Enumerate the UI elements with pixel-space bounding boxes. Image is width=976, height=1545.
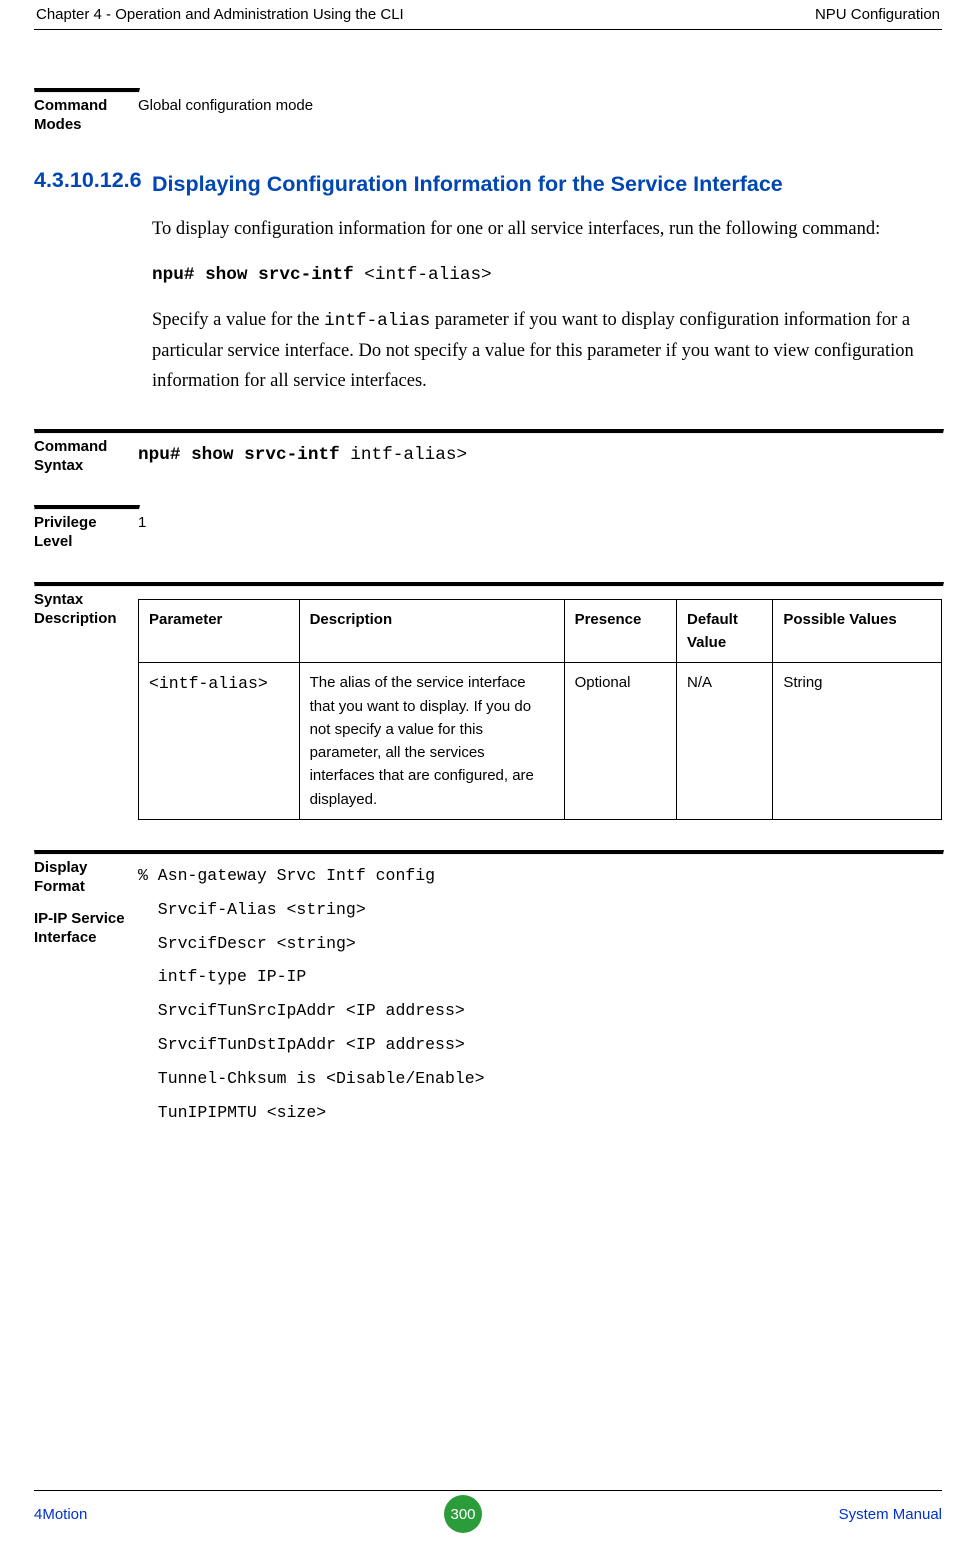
td-description: The alias of the service interface that …: [299, 663, 564, 820]
display-format-line: SrvcifTunDstIpAddr <IP address>: [138, 1028, 942, 1062]
privilege-level-section: Privilege Level 1: [34, 505, 942, 552]
command-syntax-label: Command Syntax: [34, 438, 138, 476]
display-format-sublabel: IP-IP Service Interface: [34, 910, 132, 948]
display-format-line: Tunnel-Chksum is <Disable/Enable>: [138, 1062, 942, 1096]
privilege-level-label: Privilege Level: [34, 514, 138, 552]
rule: [34, 850, 944, 855]
section-para-2: Specify a value for the intf-alias param…: [152, 305, 942, 397]
command-modes-value: Global configuration mode: [138, 97, 942, 116]
th-possible-values: Possible Values: [773, 599, 942, 663]
section-title: Displaying Configuration Information for…: [152, 167, 942, 202]
command-syntax-bold: npu# show srvc-intf: [138, 445, 350, 465]
command-syntax-rest: intf-alias>: [350, 445, 467, 465]
td-default-value: N/A: [676, 663, 772, 820]
command-syntax-section: Command Syntax npu# show srvc-intf intf-…: [34, 429, 942, 476]
display-format-line: SrvcifDescr <string>: [138, 927, 942, 961]
td-possible-values: String: [773, 663, 942, 820]
display-format-line: % Asn-gateway Srvc Intf config: [138, 859, 942, 893]
syntax-description-section: Syntax Description Parameter: [34, 582, 942, 820]
section-command-line: npu# show srvc-intf <intf-alias>: [152, 258, 942, 290]
privilege-level-value: 1: [138, 514, 942, 533]
para2-mono: intf-alias: [324, 311, 430, 331]
command-modes-section: Command Modes Global configuration mode: [34, 88, 942, 135]
rule: [34, 582, 944, 587]
display-format-section: Display Format IP-IP Service Interface %…: [34, 850, 942, 1130]
display-format-label-col: Display Format IP-IP Service Interface: [34, 859, 138, 948]
th-parameter: Parameter: [139, 599, 300, 663]
display-format-line: TunIPIPMTU <size>: [138, 1096, 942, 1130]
cmd-bold: npu# show srvc-intf: [152, 265, 364, 285]
td-parameter: <intf-alias>: [139, 663, 300, 820]
page-footer: 4Motion 300 System Manual: [34, 1490, 942, 1533]
section-para-1: To display configuration information for…: [152, 214, 942, 245]
command-modes-label: Command Modes: [34, 97, 138, 135]
display-format-line: SrvcifTunSrcIpAddr <IP address>: [138, 994, 942, 1028]
syntax-description-label: Syntax Description: [34, 591, 138, 629]
syntax-table: Parameter Description Presence Default V…: [138, 599, 942, 820]
rule: [34, 429, 944, 434]
cmd-arg: <intf-alias>: [364, 265, 491, 285]
page-number-badge: 300: [444, 1495, 482, 1533]
para2-pre: Specify a value for the: [152, 310, 324, 330]
section-number: 4.3.10.12.6: [34, 165, 152, 194]
display-format-line: intf-type IP-IP: [138, 960, 942, 994]
footer-left: 4Motion: [34, 1506, 87, 1523]
header-right: NPU Configuration: [815, 6, 940, 23]
td-presence: Optional: [564, 663, 676, 820]
display-format-line: Srvcif-Alias <string>: [138, 893, 942, 927]
page-header: Chapter 4 - Operation and Administration…: [34, 6, 942, 30]
table-header-row: Parameter Description Presence Default V…: [139, 599, 942, 663]
footer-right: System Manual: [839, 1506, 942, 1523]
rule: [34, 505, 140, 510]
section-4-3-10-12-6: 4.3.10.12.6 Displaying Configuration Inf…: [34, 165, 942, 411]
table-row: <intf-alias> The alias of the service in…: [139, 663, 942, 820]
th-presence: Presence: [564, 599, 676, 663]
th-description: Description: [299, 599, 564, 663]
command-syntax-value: npu# show srvc-intf intf-alias>: [138, 438, 942, 470]
display-format-label: Display Format: [34, 859, 132, 897]
th-default-value: Default Value: [676, 599, 772, 663]
rule: [34, 88, 140, 93]
header-left: Chapter 4 - Operation and Administration…: [36, 6, 404, 23]
